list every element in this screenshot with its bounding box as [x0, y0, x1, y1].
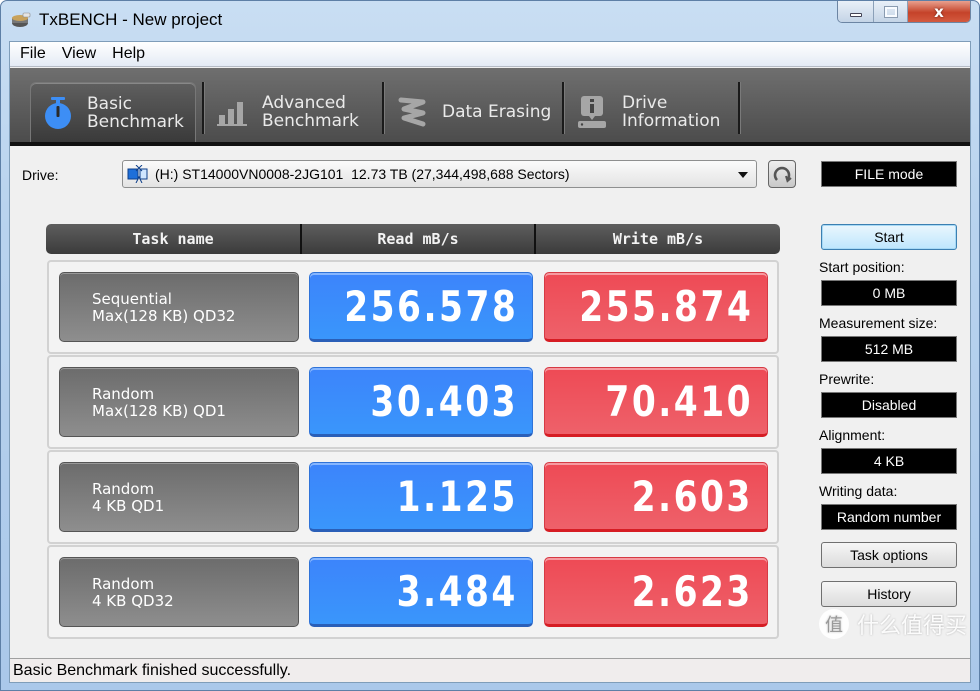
alignment-value: 4 KB — [821, 448, 957, 474]
read-value: 256.578 — [309, 272, 533, 342]
menu-help[interactable]: Help — [104, 45, 153, 63]
history-button[interactable]: History — [821, 581, 957, 607]
close-icon: x — [934, 2, 944, 21]
read-value: 30.403 — [309, 367, 533, 437]
watermark-badge: 值 — [818, 609, 849, 639]
bar-chart-icon — [216, 95, 250, 129]
tab-advanced-benchmark[interactable]: Advanced Benchmark — [206, 82, 359, 142]
prewrite-value: Disabled — [821, 392, 957, 418]
alignment-label: Alignment: — [819, 427, 886, 443]
header-read: Read mB/s — [302, 224, 536, 254]
tab-toolbar: Basic Benchmark Advanced Benchmark Data … — [10, 68, 970, 146]
watermark: 值 什么值得买 — [818, 608, 967, 640]
tab-label: Drive Information — [622, 93, 721, 131]
tab-label: Basic Benchmark — [87, 93, 184, 132]
maximize-button[interactable] — [874, 1, 908, 22]
tab-label: Advanced Benchmark — [262, 93, 359, 131]
window-title: TxBENCH - New project — [39, 10, 223, 29]
menu-file[interactable]: File — [12, 45, 54, 63]
result-row-random-4k-qd32: Random 4 KB QD32 3.484 2.623 — [47, 545, 779, 639]
read-value-text: 256.578 — [343, 281, 518, 331]
read-value-text: 3.484 — [396, 566, 518, 616]
task-button[interactable]: Sequential Max(128 KB) QD32 — [59, 272, 299, 342]
menu-view[interactable]: View — [54, 45, 104, 63]
close-button[interactable]: x — [908, 1, 970, 22]
measurement-size-value: 512 MB — [821, 336, 957, 362]
tab-label: Data Erasing — [442, 102, 552, 122]
result-row-random-128k-qd1: Random Max(128 KB) QD1 30.403 70.410 — [47, 355, 779, 449]
tab-data-erasing[interactable]: Data Erasing — [386, 82, 551, 142]
read-value: 3.484 — [309, 557, 533, 627]
start-position-value: 0 MB — [821, 280, 957, 306]
read-value-text: 30.403 — [370, 376, 518, 426]
write-value: 255.874 — [544, 272, 768, 342]
drive-select-value: (H:) ST14000VN0008-2JG101 12.73 TB (27,3… — [155, 166, 570, 182]
refresh-icon — [773, 166, 792, 183]
menu-bar: File View Help — [10, 42, 970, 67]
maximize-icon — [883, 5, 898, 18]
window-controls: x — [837, 1, 971, 23]
tab-divider — [382, 82, 384, 134]
minimize-icon — [849, 12, 862, 17]
drive-row: Drive: (H:) ST14000VN0008-2JG101 12.73 T… — [10, 150, 970, 202]
app-window: TxBENCH - New project x File View Help B… — [0, 0, 980, 691]
chevron-down-icon — [738, 172, 748, 178]
prewrite-label: Prewrite: — [819, 371, 875, 387]
tab-basic-benchmark[interactable]: Basic Benchmark — [30, 82, 196, 142]
write-value: 2.623 — [544, 557, 768, 627]
start-position-label: Start position: — [819, 259, 905, 275]
client-area: File View Help Basic Benchmark Advanced … — [9, 41, 971, 683]
task-button[interactable]: Random 4 KB QD32 — [59, 557, 299, 627]
write-value-text: 2.623 — [631, 566, 753, 616]
mode-indicator: FILE mode — [821, 161, 957, 187]
write-value: 70.410 — [544, 367, 768, 437]
drive-label: Drive: — [22, 167, 59, 183]
writing-data-value: Random number — [821, 504, 957, 530]
refresh-button[interactable] — [768, 160, 796, 188]
tab-divider — [562, 82, 564, 134]
tab-divider — [738, 82, 740, 134]
write-value-text: 2.603 — [631, 471, 753, 521]
drive-info-icon — [576, 95, 610, 129]
app-icon — [12, 12, 31, 27]
header-task-name: Task name — [46, 224, 302, 254]
write-value: 2.603 — [544, 462, 768, 532]
stopwatch-icon — [41, 96, 75, 130]
task-button[interactable]: Random 4 KB QD1 — [59, 462, 299, 532]
measurement-size-label: Measurement size: — [819, 315, 938, 331]
drive-icon — [127, 165, 148, 183]
title-bar[interactable]: TxBENCH - New project x — [1, 1, 979, 41]
eraser-icon — [396, 95, 430, 129]
settings-panel: Start Start position: 0 MB Measurement s… — [819, 224, 957, 607]
watermark-text: 什么值得买 — [856, 614, 967, 639]
status-bar: Basic Benchmark finished successfully. — [10, 658, 970, 682]
status-text: Basic Benchmark finished successfully. — [13, 661, 292, 679]
start-button[interactable]: Start — [821, 224, 957, 250]
task-button[interactable]: Random Max(128 KB) QD1 — [59, 367, 299, 437]
read-value: 1.125 — [309, 462, 533, 532]
write-value-text: 255.874 — [578, 281, 753, 331]
read-value-text: 1.125 — [396, 471, 518, 521]
result-row-sequential-qd32: Sequential Max(128 KB) QD32 256.578 255.… — [47, 260, 779, 354]
writing-data-label: Writing data: — [819, 483, 898, 499]
task-options-button[interactable]: Task options — [821, 542, 957, 568]
tab-drive-information[interactable]: Drive Information — [566, 82, 720, 142]
header-write: Write mB/s — [612, 230, 704, 248]
minimize-button[interactable] — [838, 1, 874, 22]
tab-divider — [202, 82, 204, 134]
results-header: Task name Read mB/s Write mB/s — [46, 224, 780, 254]
result-row-random-4k-qd1: Random 4 KB QD1 1.125 2.603 — [47, 450, 779, 544]
write-value-text: 70.410 — [605, 376, 753, 426]
drive-select[interactable]: (H:) ST14000VN0008-2JG101 12.73 TB (27,3… — [122, 160, 757, 188]
